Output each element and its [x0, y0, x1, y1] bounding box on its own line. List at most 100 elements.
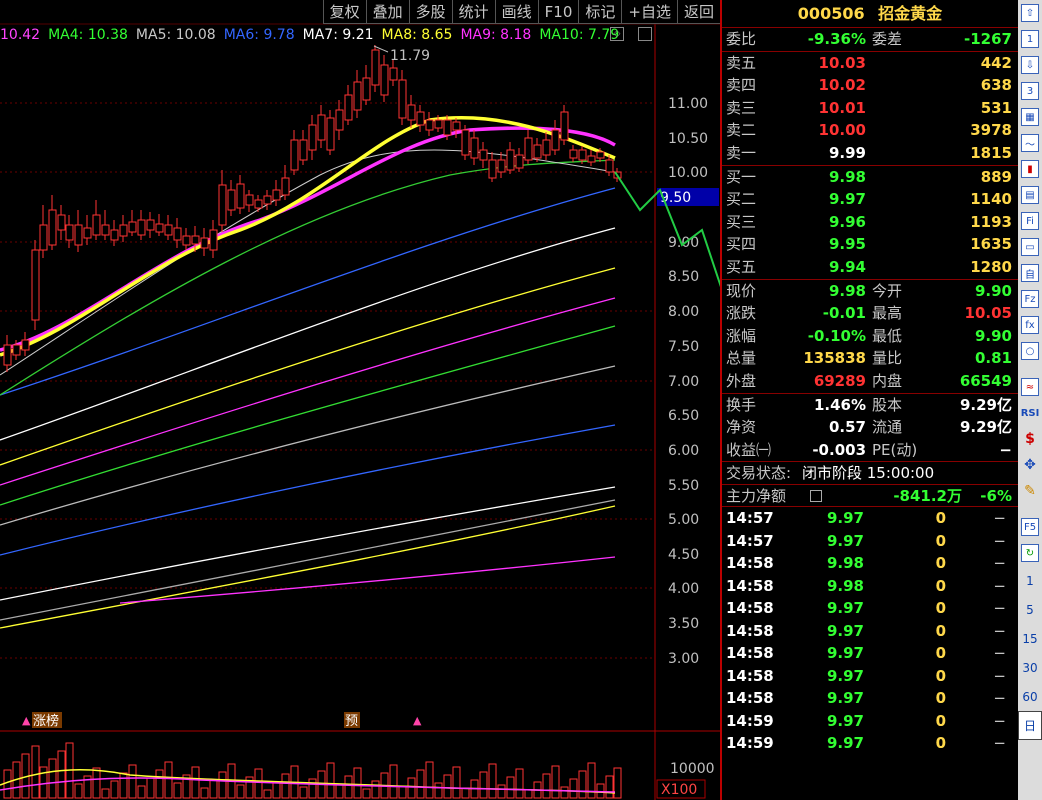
buy-order-row[interactable]: 买五 9.94 1280 — [722, 256, 1018, 279]
chart-settings-icon[interactable] — [638, 27, 652, 41]
sell-order-row[interactable]: 卖二 10.00 3978 — [722, 119, 1018, 142]
period-button[interactable]: 60 — [1018, 682, 1042, 711]
candle-body — [74, 224, 83, 246]
ma11-line — [0, 365, 616, 526]
toolbar-button[interactable]: +自选 — [621, 0, 677, 24]
period-button[interactable]: 日 — [1018, 711, 1042, 740]
toolbar-button[interactable]: 叠加 — [365, 0, 409, 24]
legend-toggle-icon[interactable]: ◇ — [610, 27, 624, 41]
price-tick: 4.00 — [668, 581, 699, 597]
candle-body — [551, 129, 560, 151]
period-button[interactable]: 5 — [1018, 595, 1042, 624]
circle-icon[interactable]: ○ — [1018, 338, 1042, 364]
candle-body — [263, 195, 272, 205]
price-tick: 4.50 — [668, 547, 699, 563]
stock-name: 招金黄金 — [878, 4, 943, 23]
volume-bar — [425, 761, 434, 799]
stat-value: 0.57 — [828, 418, 866, 437]
refresh-icon[interactable]: ↻ — [1018, 540, 1042, 566]
indicator-wave-icon[interactable]: ≈ — [1018, 374, 1042, 400]
toolbar-button[interactable]: 统计 — [451, 0, 495, 24]
buy-order-row[interactable]: 买一 9.98 889 — [722, 166, 1018, 189]
volume-bar — [308, 778, 317, 799]
volume-bar — [209, 779, 218, 799]
period-button[interactable]: 1 — [1018, 566, 1042, 595]
toolbar-button[interactable]: 多股 — [408, 0, 452, 24]
toolbar-button[interactable]: 返回 — [676, 0, 720, 24]
toolbar-button[interactable]: 复权 — [322, 0, 366, 24]
order-volume: 531 — [980, 98, 1012, 117]
candle-body — [128, 221, 137, 233]
news-icon[interactable]: ▤ — [1018, 182, 1042, 208]
price-stat-row: 涨跌 -0.01 最高 10.05 — [722, 302, 1018, 325]
tick-time: 14:58 — [726, 666, 774, 685]
volume-bar — [92, 767, 101, 799]
kline-chart[interactable]: 11.00 10.50 10.00 9.00 8.50 8.00 7.50 7.… — [0, 0, 720, 800]
price-tick: 8.50 — [668, 269, 699, 285]
ma9-line — [0, 297, 616, 486]
f10-icon[interactable]: Fi — [1018, 208, 1042, 234]
stat-value: -0.003 — [812, 440, 866, 459]
candle-body — [515, 154, 524, 169]
tick-time: 14:57 — [726, 509, 774, 528]
scroll-down-icon[interactable]: ⇩ — [1018, 52, 1042, 78]
f5-icon[interactable]: F5 — [1018, 514, 1042, 540]
tick-row: 14:59 9.97 0 − — [722, 710, 1018, 733]
candle-body — [48, 209, 57, 246]
period-button[interactable]: 30 — [1018, 653, 1042, 682]
line-chart-icon[interactable]: 〜 — [1018, 130, 1042, 156]
toolbar-button[interactable]: 画线 — [494, 0, 538, 24]
order-level-label: 买五 — [726, 257, 757, 276]
stat-value: − — [999, 440, 1012, 459]
volume-bar — [48, 758, 57, 799]
tick-price: 9.97 — [826, 644, 864, 663]
candle-body — [470, 137, 479, 159]
volume-bar — [542, 773, 551, 799]
buy-order-row[interactable]: 买二 9.97 1140 — [722, 188, 1018, 211]
tick-time: 14:58 — [726, 689, 774, 708]
toolbar-button[interactable]: 标记 — [578, 0, 622, 24]
order-level-label: 卖四 — [726, 76, 757, 95]
rsi-icon[interactable]: RSI — [1018, 400, 1042, 426]
sell-order-row[interactable]: 卖一 9.99 1815 — [722, 142, 1018, 165]
pencil-icon[interactable]: ✎ — [1018, 478, 1042, 504]
candle-body — [452, 121, 461, 131]
volume-bar — [497, 784, 506, 799]
period-label: 60 — [1022, 689, 1038, 704]
sell-order-row[interactable]: 卖四 10.02 638 — [722, 74, 1018, 97]
toolbar-button[interactable]: F10 — [537, 0, 579, 24]
fiz-icon[interactable]: Fz — [1018, 286, 1042, 312]
document-icon[interactable]: ▭ — [1018, 234, 1042, 260]
share-stat-row: 净资 0.57 流通 9.29亿 — [722, 416, 1018, 439]
sell-order-row[interactable]: 卖三 10.01 531 — [722, 97, 1018, 120]
ma5-line — [0, 149, 616, 376]
main-flow-detail-icon[interactable] — [810, 489, 822, 502]
period-button[interactable]: 15 — [1018, 624, 1042, 653]
order-price: 9.98 — [828, 167, 866, 186]
dollar-icon[interactable]: $ — [1018, 426, 1042, 452]
volume-bar — [515, 768, 524, 799]
tick-volume: 0 — [935, 509, 946, 528]
fx-icon[interactable]: fx — [1018, 312, 1042, 338]
move-icon[interactable]: ✥ — [1018, 452, 1042, 478]
candle-chart-icon[interactable]: ▮ — [1018, 156, 1042, 182]
tick-price: 9.98 — [826, 554, 864, 573]
tick-direction: − — [993, 734, 1006, 753]
moving-average-lines — [0, 149, 616, 629]
candle-body — [398, 79, 407, 119]
f3-icon[interactable]: 3 — [1018, 78, 1042, 104]
kline-chart-area[interactable]: 11.00 10.50 10.00 9.00 8.50 8.00 7.50 7.… — [0, 0, 720, 800]
self-select-icon[interactable]: 自 — [1018, 260, 1042, 286]
volume-bar — [3, 769, 12, 799]
buy-order-row[interactable]: 买三 9.96 1193 — [722, 211, 1018, 234]
volume-bar — [119, 772, 128, 799]
sell-order-row[interactable]: 卖五 10.03 442 — [722, 52, 1018, 75]
ma15-line — [119, 556, 616, 604]
scroll-up-icon[interactable]: ⇧ — [1018, 0, 1042, 26]
volume-bar — [200, 787, 209, 799]
f1-icon[interactable]: 1 — [1018, 26, 1042, 52]
volume-bar — [254, 768, 263, 799]
buy-order-row[interactable]: 买四 9.95 1635 — [722, 233, 1018, 256]
table-icon[interactable]: ▦ — [1018, 104, 1042, 130]
tick-list[interactable]: 14:57 9.97 0 − 14:57 9.97 0 − 14:58 9.98 0 − 14:58 9.… — [722, 506, 1018, 755]
